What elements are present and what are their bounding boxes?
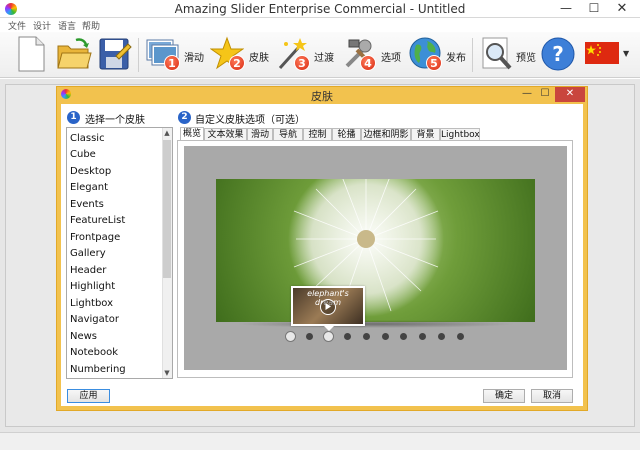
step-1-label: 选择一个皮肤 [85, 115, 145, 126]
help-icon[interactable]: ? [540, 36, 575, 72]
tab-overview[interactable]: 概览 [180, 127, 204, 141]
slide-image-dandelion [216, 179, 535, 322]
skin-list-item[interactable]: Frontpage [70, 232, 120, 248]
menu-help[interactable]: 帮助 [82, 19, 100, 32]
skin-label[interactable]: 皮肤 [249, 49, 269, 64]
publish-label[interactable]: 发布 [446, 49, 466, 64]
slide-shadow [236, 320, 516, 328]
ok-button[interactable]: 确定 [483, 389, 525, 403]
step-badge-3: 3 [294, 55, 310, 71]
minimize-button[interactable]: — [552, 0, 580, 18]
dialog-minimize-button[interactable]: — [518, 87, 536, 102]
menu-file[interactable]: 文件 [8, 19, 26, 32]
preview-magnifier-icon[interactable] [480, 36, 514, 72]
preview-label[interactable]: 预览 [516, 49, 536, 64]
step-badge-4: 4 [360, 55, 376, 71]
dialog-maximize-button[interactable]: ☐ [536, 87, 554, 102]
nav-dot[interactable] [344, 333, 351, 340]
nav-dot[interactable] [382, 333, 389, 340]
step-2-label: 自定义皮肤选项（可选） [195, 115, 305, 126]
play-icon[interactable] [320, 299, 336, 315]
skin-list-item[interactable]: News [70, 331, 97, 347]
save-icon[interactable] [98, 36, 132, 72]
open-folder-icon[interactable] [56, 36, 92, 72]
step-badge-1: 1 [164, 55, 180, 71]
skin-list-item[interactable]: Gallery [70, 248, 106, 264]
apply-button[interactable]: 应用 [67, 389, 110, 403]
skin-list-item[interactable]: Classic [70, 133, 105, 149]
skin-list-item[interactable]: Cube [70, 149, 96, 165]
skin-list-item[interactable]: Desktop [70, 166, 111, 182]
skin-list-item[interactable]: FeatureList [70, 215, 125, 231]
svg-text:?: ? [552, 42, 564, 66]
step-2-badge: 2 [178, 111, 191, 124]
dialog-title: 皮肤 [311, 90, 333, 103]
slides-label[interactable]: 滑动 [184, 49, 204, 64]
menu-design[interactable]: 设计 [33, 19, 51, 32]
new-file-icon[interactable] [16, 36, 50, 72]
nav-dot[interactable] [363, 333, 370, 340]
nav-dot[interactable] [457, 333, 464, 340]
window-title: Amazing Slider Enterprise Commercial - U… [174, 2, 466, 16]
step-1-badge: 1 [67, 111, 80, 124]
close-button[interactable]: ✕ [608, 0, 636, 18]
skin-list-item[interactable]: Events [70, 199, 104, 215]
scroll-up-icon[interactable]: ▲ [162, 128, 172, 138]
options-label[interactable]: 选项 [381, 49, 401, 64]
skin-list-item[interactable]: Elegant [70, 182, 108, 198]
nav-dot[interactable] [400, 333, 407, 340]
nav-dot-active[interactable] [323, 331, 334, 342]
toolbar-separator [138, 38, 139, 72]
menu-language[interactable]: 语言 [58, 19, 76, 32]
skin-list-item[interactable]: Header [70, 265, 106, 281]
cancel-button[interactable]: 取消 [531, 389, 573, 403]
transition-label[interactable]: 过渡 [314, 49, 334, 64]
language-flag-icon[interactable] [585, 42, 619, 64]
language-dropdown-arrow-icon[interactable]: ▼ [623, 49, 629, 58]
maximize-button[interactable]: ☐ [580, 0, 608, 18]
scrollbar-thumb[interactable] [163, 140, 171, 278]
skin-list-item[interactable]: Highlight [70, 281, 115, 297]
nav-dot[interactable] [438, 333, 445, 340]
step-badge-2: 2 [229, 55, 245, 71]
status-bar [0, 432, 640, 450]
nav-dot[interactable] [419, 333, 426, 340]
toolbar-separator [472, 38, 473, 72]
step-badge-5: 5 [426, 55, 442, 71]
dialog-close-button[interactable]: ✕ [555, 87, 585, 102]
nav-dot[interactable] [285, 331, 296, 342]
nav-dot[interactable] [306, 333, 313, 340]
skin-list-item[interactable]: Lightbox [70, 298, 113, 314]
skin-list-item[interactable]: Numbering [70, 364, 126, 380]
scroll-down-icon[interactable]: ▼ [162, 368, 172, 378]
skin-list-item[interactable]: Notebook [70, 347, 118, 363]
skin-list-item[interactable]: Navigator [70, 314, 119, 330]
